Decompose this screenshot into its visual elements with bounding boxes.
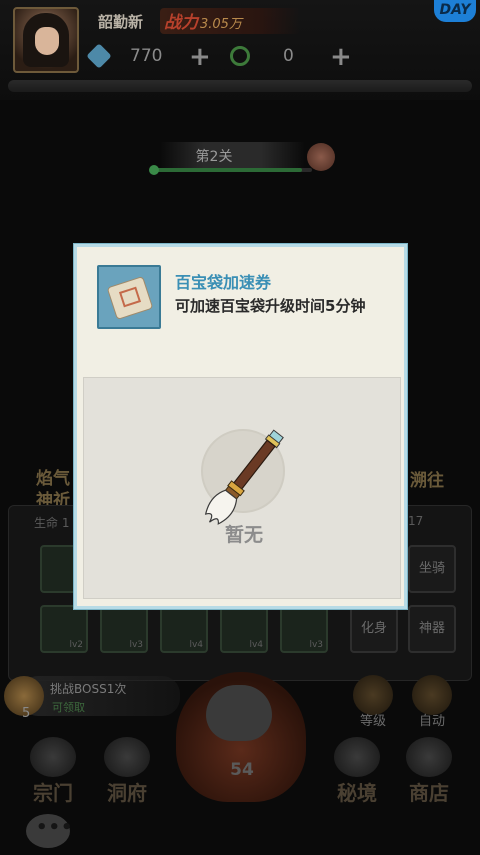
equipment-slot-1[interactable]: lv2 xyxy=(40,605,88,653)
secret-realm-icon xyxy=(334,737,380,777)
header-divider xyxy=(8,80,472,92)
mount-button[interactable]: 坐骑 xyxy=(408,545,456,593)
quest-title: 挑战BOSS1次 xyxy=(50,682,127,696)
player-avatar[interactable] xyxy=(13,7,79,73)
nav-cave-label: 洞府 xyxy=(107,781,147,805)
nav-shop[interactable]: 商店 xyxy=(398,735,460,805)
power-value: 3.05万 xyxy=(200,17,242,32)
progress-start-dot xyxy=(149,165,159,175)
life-label: 生命 xyxy=(34,516,59,530)
stage-label: 第2关 xyxy=(195,149,233,165)
avatar-face xyxy=(35,27,59,55)
item-name: 百宝袋加速券 xyxy=(175,273,272,292)
equipment-slot-4[interactable]: lv4 xyxy=(220,605,268,653)
cave-icon xyxy=(104,737,150,777)
item-detail-modal[interactable]: 百宝袋加速券 可加速百宝袋升级时间5分钟 暂无 xyxy=(74,244,407,609)
avatar-form-button[interactable]: 化身 xyxy=(350,605,398,653)
leaf-count: 0 xyxy=(283,46,294,66)
life-value: 1 xyxy=(61,516,70,530)
game-screen: 韶勤新 战力 3.05万 770 + 0 + DAY 第2关 焰气神祈 溯往 生… xyxy=(0,0,480,855)
player-name: 韶勤新 xyxy=(98,13,144,31)
add-leaves-button[interactable]: + xyxy=(330,44,352,70)
leaf-currency-icon xyxy=(230,46,250,66)
artifact-button[interactable]: 神器 xyxy=(408,605,456,653)
equipment-slot-3[interactable]: lv4 xyxy=(160,605,208,653)
nav-secret-realm[interactable]: 秘境 xyxy=(326,735,388,805)
equipment-slot-2[interactable]: lv3 xyxy=(100,605,148,653)
equipment-level: lv2 xyxy=(69,640,83,650)
shop-icon xyxy=(406,737,452,777)
equipment-level: lv3 xyxy=(129,640,143,650)
bag-level: 54 xyxy=(230,760,254,780)
quest-status: 可领取 xyxy=(52,701,85,714)
level-button-label[interactable]: 等级 xyxy=(349,710,397,729)
right-stat-value: 17 xyxy=(408,514,424,528)
daily-badge-icon[interactable]: DAY xyxy=(434,0,476,22)
nav-sect[interactable]: 宗门 xyxy=(22,735,84,805)
sect-icon xyxy=(30,737,76,777)
boss-icon[interactable] xyxy=(307,143,335,171)
chat-dots: ••• xyxy=(36,817,74,838)
empty-state-label: 暂无 xyxy=(224,524,263,546)
empty-state-panel: 暂无 xyxy=(83,377,401,599)
auto-icon[interactable] xyxy=(412,675,452,715)
power-label: 战力 xyxy=(164,13,198,33)
speedup-ticket-icon xyxy=(97,265,161,329)
quest-count: 5 xyxy=(22,706,31,721)
stage-progress-fill xyxy=(152,168,303,172)
life-stat-label: 生命 1 xyxy=(34,514,69,531)
equipment-level: lv3 xyxy=(309,640,323,650)
nav-sect-label: 宗门 xyxy=(33,781,73,805)
equipment-slot-5[interactable]: lv3 xyxy=(280,605,328,653)
add-gems-button[interactable]: + xyxy=(189,44,211,70)
equipment-level: lv4 xyxy=(249,640,263,650)
nav-cave[interactable]: 洞府 xyxy=(96,735,158,805)
nav-secret-realm-label: 秘境 xyxy=(337,781,377,805)
item-description: 可加速百宝袋升级时间5分钟 xyxy=(175,297,366,315)
equipment-level: lv4 xyxy=(189,640,203,650)
auto-button-label[interactable]: 自动 xyxy=(408,710,456,729)
cat-icon xyxy=(206,685,272,741)
nav-shop-label: 商店 xyxy=(409,781,449,805)
gem-count: 770 xyxy=(130,46,163,66)
level-icon[interactable] xyxy=(353,675,393,715)
stage-progress-track xyxy=(152,168,312,172)
